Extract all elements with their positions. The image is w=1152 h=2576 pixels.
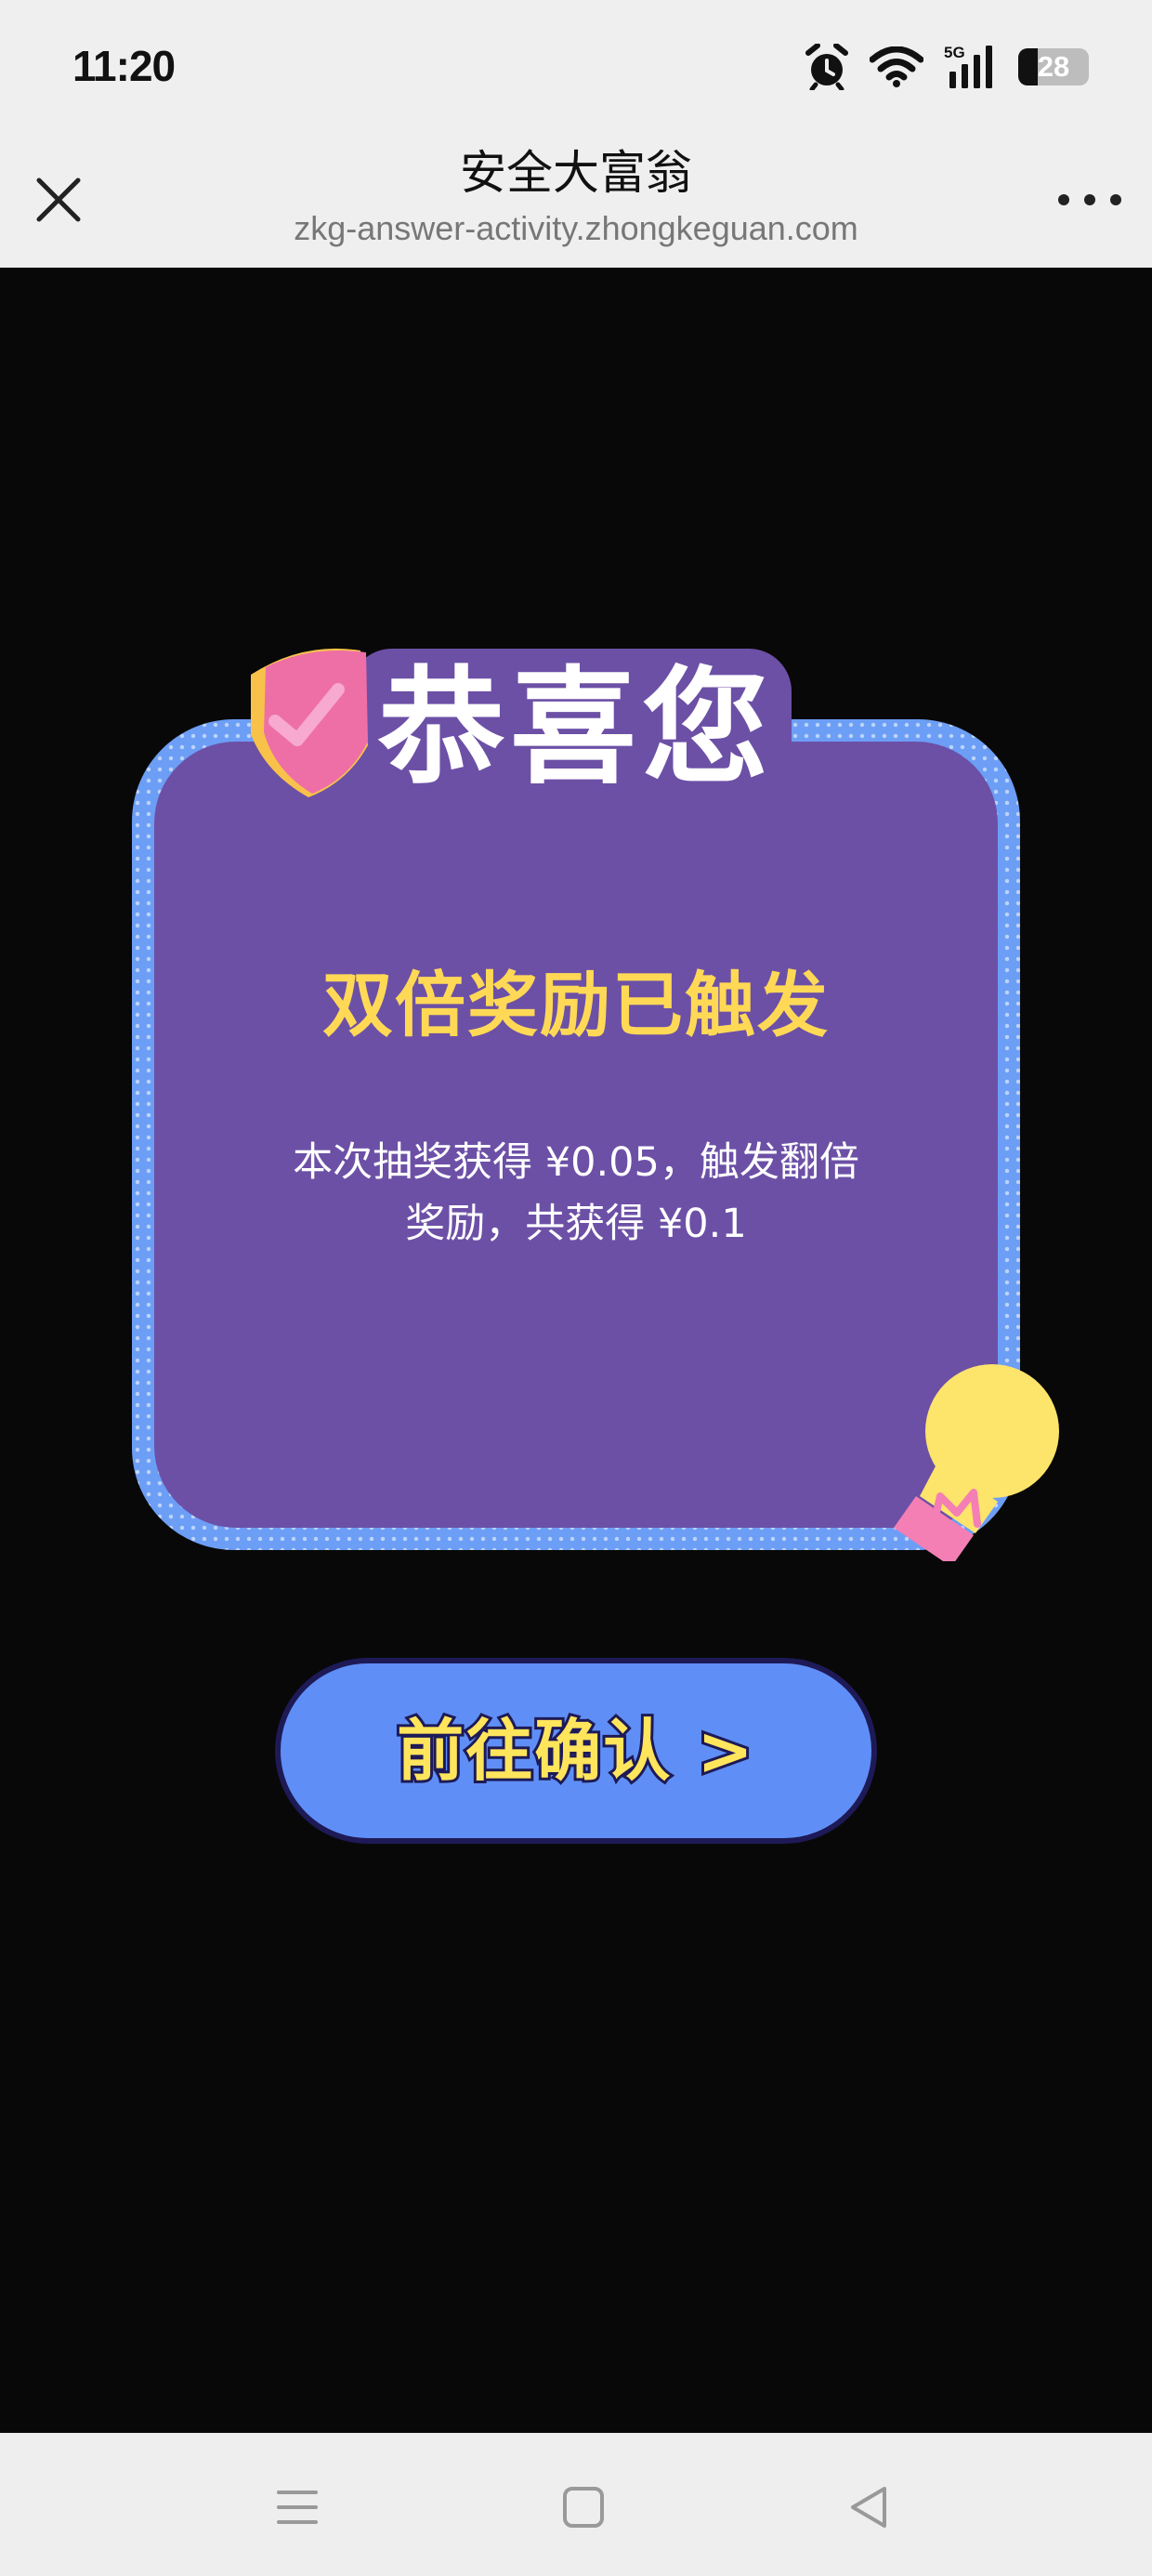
page-url: zkg-answer-activity.zhongkeguan.com (294, 209, 858, 247)
more-icon (1058, 194, 1121, 205)
battery-icon: 28 (1018, 48, 1089, 85)
more-button[interactable] (1048, 167, 1132, 232)
system-nav-bar (0, 2433, 1152, 2576)
back-icon (851, 2487, 886, 2528)
lightbulb-icon (894, 1364, 1059, 1561)
main-content: 双倍奖励已触发 本次抽奖获得 ¥0.05，触发翻倍奖励，共获得 ¥0.1 恭喜您… (0, 268, 1152, 2433)
alarm-icon (805, 44, 848, 90)
menu-icon (277, 2491, 318, 2524)
network-type: 5G (944, 44, 965, 61)
reward-title: 双倍奖励已触发 (322, 964, 830, 1046)
browser-header: 安全大富翁 zkg-answer-activity.zhongkeguan.co… (0, 132, 1152, 268)
confirm-button[interactable]: 前往确认 > (275, 1658, 877, 1844)
page-title: 安全大富翁 (460, 146, 692, 200)
status-bar: 11:20 5G 28 (0, 0, 1152, 132)
congrats-badge: 恭喜您 (238, 641, 795, 818)
wifi-icon (870, 46, 923, 87)
home-icon (563, 2487, 604, 2528)
home-button[interactable] (546, 2470, 621, 2544)
reward-message: 本次抽奖获得 ¥0.05，触发翻倍奖励，共获得 ¥0.1 (293, 1139, 859, 1247)
congrats-text: 恭喜您 (378, 655, 774, 802)
signal-icon: 5G (944, 44, 992, 88)
menu-button[interactable] (260, 2470, 334, 2544)
status-icons: 5G 28 (805, 41, 1089, 93)
battery-level: 28 (1037, 50, 1070, 83)
status-time: 11:20 (72, 42, 176, 90)
back-button[interactable] (832, 2470, 907, 2544)
shield-check-icon (251, 648, 368, 797)
reward-card-body: 双倍奖励已触发 本次抽奖获得 ¥0.05，触发翻倍奖励，共获得 ¥0.1 (154, 742, 998, 1528)
